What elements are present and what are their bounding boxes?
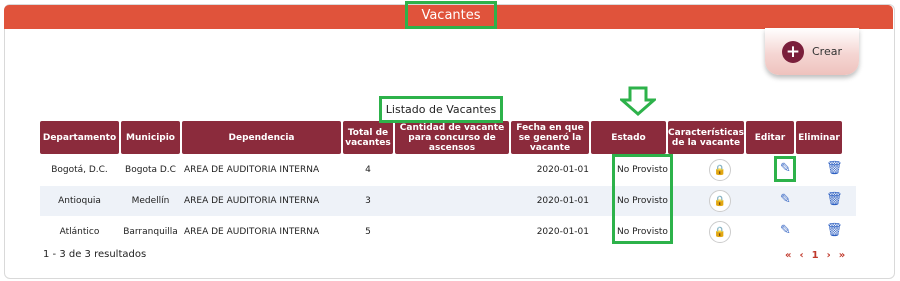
cell-departamento: Atlántico (59, 227, 100, 237)
cell-dependencia: AREA DE AUDITORIA INTERNA (184, 196, 320, 206)
page-title: Vacantes (405, 1, 497, 29)
col-fecha: Fecha en que se generó la vacante (511, 121, 589, 154)
table-row: Antioquia Medellín AREA DE AUDITORIA INT… (40, 186, 856, 216)
cell-dependencia: AREA DE AUDITORIA INTERNA (184, 227, 320, 237)
create-button[interactable]: + Crear (765, 28, 859, 75)
cell-dependencia: AREA DE AUDITORIA INTERNA (184, 165, 320, 175)
plus-icon: + (782, 40, 804, 63)
down-arrow-icon (620, 86, 656, 116)
cell-fecha: 2020-01-01 (536, 227, 589, 237)
cell-municipio: Medellín (131, 196, 170, 206)
cell-cantidad (395, 217, 509, 247)
first-page-button[interactable]: « (785, 250, 791, 261)
prev-page-button[interactable]: ‹ (799, 250, 803, 261)
col-municipio: Municipio (121, 121, 180, 154)
col-estado: Estado (591, 121, 666, 154)
cell-municipio: Barranquilla (123, 227, 178, 237)
next-page-button[interactable]: › (827, 250, 831, 261)
cell-total: 3 (365, 196, 371, 206)
col-editar: Editar (746, 121, 794, 154)
last-page-button[interactable]: » (839, 250, 845, 261)
col-departamento: Departamento (40, 121, 119, 154)
pagination: « ‹ 1 › » (785, 250, 845, 261)
create-label: Crear (812, 45, 842, 58)
cell-departamento: Bogotá, D.C. (51, 165, 108, 175)
estado-highlight-box (612, 154, 673, 244)
cell-municipio: Bogota D.C (125, 165, 176, 175)
edit-highlight-box (774, 156, 796, 182)
table-caption: Listado de Vacantes (379, 96, 503, 123)
col-eliminar: Eliminar (796, 121, 842, 154)
cell-cantidad (395, 186, 509, 216)
cell-total: 5 (365, 227, 371, 237)
cell-departamento: Antioquia (58, 196, 101, 206)
trash-icon[interactable]: 🗑 (826, 161, 843, 176)
cell-fecha: 2020-01-01 (536, 196, 589, 206)
current-page[interactable]: 1 (812, 250, 819, 261)
lock-icon[interactable]: 🔒 (709, 190, 731, 212)
col-cantidad: Cantidad de vacante para concurso de asc… (395, 121, 509, 154)
trash-icon[interactable]: 🗑 (826, 192, 843, 207)
pencil-icon[interactable]: ✎ (780, 192, 791, 207)
col-caracteristicas: Características de la vacante (668, 121, 744, 154)
cell-fecha: 2020-01-01 (536, 165, 589, 175)
lock-icon[interactable]: 🔒 (709, 221, 731, 243)
col-dependencia: Dependencia (182, 121, 341, 154)
cell-cantidad (395, 155, 509, 185)
cell-total: 4 (365, 165, 371, 175)
table-row: Atlántico Barranquilla AREA DE AUDITORIA… (40, 217, 856, 247)
trash-icon[interactable]: 🗑 (826, 223, 843, 238)
lock-icon[interactable]: 🔒 (709, 159, 731, 181)
pencil-icon[interactable]: ✎ (780, 223, 791, 238)
table-row: Bogotá, D.C. Bogota D.C AREA DE AUDITORI… (40, 155, 856, 185)
results-count: 1 - 3 de 3 resultados (43, 249, 147, 260)
col-total: Total de vacantes (343, 121, 393, 154)
